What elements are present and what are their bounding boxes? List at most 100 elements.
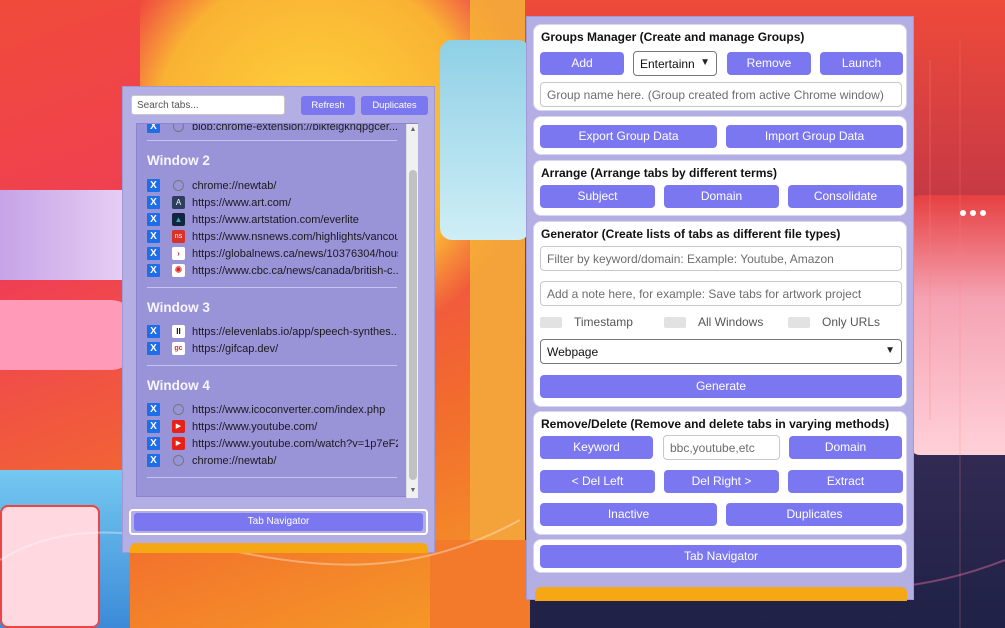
tab-url-link[interactable]: https://www.artstation.com/everlite — [192, 212, 398, 228]
list-item: X https://www.icoconverter.com/index.php — [147, 402, 417, 419]
close-tab-button[interactable]: X — [147, 264, 160, 277]
close-tab-button[interactable]: X — [147, 437, 160, 450]
groups-manager-popup: Groups Manager (Create and manage Groups… — [526, 16, 914, 601]
arrange-domain-button[interactable]: Domain — [664, 185, 779, 208]
duplicates-button[interactable]: Duplicates — [361, 96, 428, 115]
section-title: Generator (Create lists of tabs as diffe… — [541, 227, 841, 241]
tab-url-link[interactable]: chrome://newtab/ — [192, 178, 398, 194]
nsnews-icon: ns — [172, 230, 185, 243]
tab-list-scrollbar[interactable]: ▲ ▼ — [406, 124, 418, 498]
close-tab-button[interactable]: X — [147, 420, 160, 433]
generate-button[interactable]: Generate — [540, 375, 902, 398]
divider — [147, 287, 397, 288]
refresh-button[interactable]: Refresh — [301, 96, 355, 115]
youtube-icon: ▶ — [172, 437, 185, 450]
tab-url-link[interactable]: https://www.cbc.ca/news/canada/british-c… — [192, 263, 398, 279]
arrange-subject-button[interactable]: Subject — [540, 185, 655, 208]
close-tab-button[interactable]: X — [147, 124, 160, 133]
window-title: Window 2 — [147, 153, 210, 168]
timestamp-toggle[interactable] — [540, 317, 562, 328]
group-select[interactable]: Entertainn ▼ — [633, 51, 717, 76]
remove-duplicates-button[interactable]: Duplicates — [726, 503, 903, 526]
divider — [147, 140, 397, 141]
tab-url-link[interactable]: https://gifcap.dev/ — [192, 341, 398, 357]
add-group-button[interactable]: Add — [540, 52, 624, 75]
tab-url-link[interactable]: https://www.youtube.com/ — [192, 419, 398, 435]
remove-group-button[interactable]: Remove — [727, 52, 811, 75]
divider — [147, 365, 397, 366]
list-item: X ▶ https://www.youtube.com/watch?v=1p7e… — [147, 436, 417, 453]
tab-navigator-button[interactable]: Tab Navigator — [540, 545, 902, 568]
only-urls-label: Only URLs — [822, 315, 881, 329]
note-input[interactable] — [540, 281, 902, 306]
scroll-up-arrow-icon[interactable]: ▲ — [409, 126, 417, 134]
tab-navigator-container: Tab Navigator — [129, 509, 428, 535]
export-group-data-button[interactable]: Export Group Data — [540, 125, 717, 148]
list-item: X ✺ https://www.cbc.ca/news/canada/briti… — [147, 263, 417, 280]
delete-left-button[interactable]: < Del Left — [540, 470, 655, 493]
artstation-icon: ▲ — [172, 213, 185, 226]
close-tab-button[interactable]: X — [147, 325, 160, 338]
divider — [147, 477, 397, 478]
delete-right-button[interactable]: Del Right > — [664, 470, 779, 493]
close-tab-button[interactable]: X — [147, 213, 160, 226]
all-windows-label: All Windows — [698, 315, 764, 329]
list-item: X › https://globalnews.ca/news/10376304/… — [147, 246, 417, 263]
filter-keyword-input[interactable] — [540, 246, 902, 271]
search-tabs-input[interactable] — [131, 95, 285, 115]
close-tab-button[interactable]: X — [147, 196, 160, 209]
section-title: Groups Manager (Create and manage Groups… — [541, 30, 805, 44]
art-icon: A — [172, 196, 185, 209]
all-windows-toggle[interactable] — [664, 317, 686, 328]
window-title: Window 3 — [147, 300, 210, 315]
close-tab-button[interactable]: X — [147, 403, 160, 416]
remove-by-domain-button[interactable]: Domain — [789, 436, 902, 459]
cbc-icon: ✺ — [172, 264, 185, 277]
scroll-down-arrow-icon[interactable]: ▼ — [409, 487, 417, 495]
tab-url-link[interactable]: blob:chrome-extension://bikfeigknqpgcer.… — [192, 124, 398, 135]
blank-circle-icon — [173, 404, 184, 415]
remove-inactive-button[interactable]: Inactive — [540, 503, 717, 526]
extract-button[interactable]: Extract — [788, 470, 903, 493]
section-title: Arrange (Arrange tabs by different terms… — [541, 166, 778, 180]
launch-group-button[interactable]: Launch — [820, 52, 903, 75]
chevron-down-icon: ▼ — [885, 345, 895, 356]
remove-delete-section: Remove/Delete (Remove and delete tabs in… — [533, 411, 907, 535]
close-tab-button[interactable]: X — [147, 342, 160, 355]
import-group-data-button[interactable]: Import Group Data — [726, 125, 903, 148]
tab-list[interactable]: X blob:chrome-extension://bikfeigknqpgce… — [136, 123, 418, 497]
tab-url-link[interactable]: https://www.nsnews.com/highlights/vancou — [192, 229, 398, 245]
close-tab-button[interactable]: X — [147, 179, 160, 192]
close-tab-button[interactable]: X — [147, 454, 160, 467]
tab-url-link[interactable]: https://www.youtube.com/watch?v=1p7eF2 — [192, 436, 398, 452]
generator-section: Generator (Create lists of tabs as diffe… — [533, 221, 907, 407]
tab-url-link[interactable]: https://globalnews.ca/news/10376304/hous — [192, 246, 398, 262]
consolidate-button[interactable]: Consolidate — [788, 185, 903, 208]
tab-url-link[interactable]: https://www.icoconverter.com/index.php — [192, 402, 398, 418]
window-title: Window 4 — [147, 378, 210, 393]
accent-bar — [130, 543, 428, 553]
arrange-section: Arrange (Arrange tabs by different terms… — [533, 160, 907, 216]
tab-navigator-section: Tab Navigator — [533, 539, 907, 573]
remove-by-keyword-button[interactable]: Keyword — [540, 436, 653, 459]
list-item: X ▶ https://www.youtube.com/ — [147, 419, 417, 436]
timestamp-label: Timestamp — [574, 315, 633, 329]
close-tab-button[interactable]: X — [147, 247, 160, 260]
only-urls-toggle[interactable] — [788, 317, 810, 328]
blank-circle-icon — [173, 180, 184, 191]
tab-list-popup: Refresh Duplicates X blob:chrome-extensi… — [122, 86, 435, 553]
file-type-value: Webpage — [547, 345, 599, 359]
file-type-select[interactable]: Webpage ▼ — [540, 339, 902, 364]
globalnews-icon: › — [172, 247, 185, 260]
group-name-input[interactable] — [540, 82, 902, 107]
tab-url-link[interactable]: https://www.art.com/ — [192, 195, 398, 211]
scrollbar-thumb[interactable] — [409, 170, 417, 480]
remove-keyword-input[interactable] — [663, 435, 780, 460]
close-tab-button[interactable]: X — [147, 230, 160, 243]
tab-url-link[interactable]: https://elevenlabs.io/app/speech-synthes… — [192, 324, 398, 340]
list-item: X ns https://www.nsnews.com/highlights/v… — [147, 229, 417, 246]
generator-options: Timestamp All Windows Only URLs — [540, 315, 900, 331]
tab-url-link[interactable]: chrome://newtab/ — [192, 453, 398, 469]
tab-navigator-button[interactable]: Tab Navigator — [134, 513, 423, 531]
accent-bar — [535, 587, 907, 601]
